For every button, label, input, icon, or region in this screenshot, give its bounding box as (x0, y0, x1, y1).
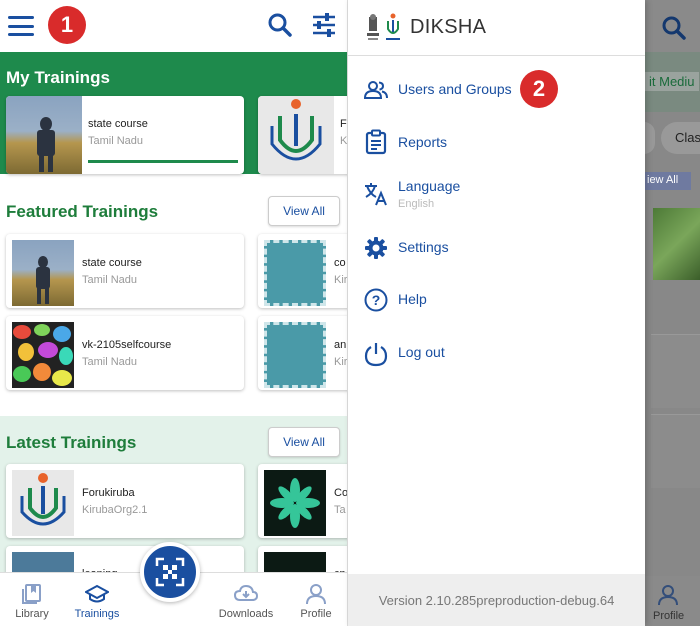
app-version-footer: Version 2.10.285preproduction-debug.64 (348, 574, 645, 626)
menu-label: Reports (398, 134, 448, 150)
nav-trainings-label: Trainings (74, 608, 120, 620)
featured-card[interactable]: state course Tamil Nadu (6, 234, 244, 308)
menu-icon[interactable] (8, 16, 34, 36)
card-title: F (340, 118, 347, 130)
menu-label: Settings (398, 239, 449, 255)
card-subtitle: Kir (334, 274, 348, 286)
my-training-card[interactable]: F K (258, 96, 348, 174)
nav-downloads[interactable]: Downloads (218, 583, 274, 620)
diksha-logo-icon (386, 13, 400, 40)
latest-view-all-button[interactable]: View All (268, 427, 340, 457)
card-title: co (334, 257, 346, 269)
step-badge-2: 2 (520, 70, 558, 108)
drawer-brand-title: DIKSHA (410, 16, 487, 38)
scrim-overlay[interactable]: it Mediu Clas iew All Profile (645, 0, 700, 626)
drawer-header: DIKSHA (348, 0, 645, 56)
my-trainings-title: My Trainings (6, 68, 110, 87)
help-icon: ? (364, 288, 388, 312)
card-title: Forukiruba (82, 487, 135, 499)
search-icon (662, 16, 686, 40)
course-thumbnail (12, 240, 74, 306)
featured-card[interactable]: co Kir (258, 234, 348, 308)
svg-text:?: ? (372, 292, 381, 308)
card-title: state course (88, 118, 148, 130)
person-icon (658, 585, 678, 606)
card-title: an (334, 339, 347, 351)
cloud-download-icon (233, 584, 259, 601)
featured-card[interactable]: vk-2105selfcourse Tamil Nadu (6, 316, 244, 390)
library-icon (22, 584, 41, 604)
scrim-card (651, 334, 700, 408)
person-icon (306, 584, 326, 605)
nav-trainings[interactable]: Trainings (74, 583, 120, 620)
scrim-chip-medium: it Mediu (645, 72, 699, 91)
course-thumbnail (264, 240, 326, 306)
translate-icon (364, 182, 388, 206)
featured-card[interactable]: an Kir (258, 316, 348, 390)
latest-card[interactable]: Co Ta (258, 464, 348, 538)
latest-trainings-title: Latest Trainings (6, 433, 137, 452)
search-icon[interactable] (267, 12, 293, 38)
qr-scanner-button[interactable] (140, 542, 200, 602)
gear-icon (364, 236, 388, 260)
card-subtitle: Tamil Nadu (88, 135, 144, 147)
diksha-logo-thumbnail (12, 470, 74, 536)
scrim-card (651, 414, 700, 488)
scrim-profile-label: Profile (653, 610, 685, 622)
scrim-chip-class: Clas (661, 122, 700, 154)
menu-reports[interactable]: Reports (348, 129, 645, 155)
navigation-drawer: DIKSHA Users and Groups 2 Reports Langua… (348, 0, 645, 626)
featured-trainings-title: Featured Trainings (6, 202, 159, 221)
card-subtitle: Tamil Nadu (82, 356, 138, 368)
emblem-icon (367, 13, 379, 40)
nav-library[interactable]: Library (14, 583, 50, 620)
menu-settings[interactable]: Settings (348, 236, 645, 260)
progress-bar (88, 160, 238, 163)
course-thumbnail (6, 96, 82, 174)
menu-sublabel: English (398, 198, 435, 210)
menu-label: Users and Groups (398, 81, 512, 97)
nav-profile[interactable]: Profile (298, 583, 334, 620)
menu-help[interactable]: ? Help (348, 288, 645, 312)
scrim-view-all: iew All (645, 172, 691, 190)
card-subtitle: K (340, 135, 348, 147)
card-subtitle: KirubaOrg2.1 (82, 504, 148, 516)
card-subtitle: Ta (334, 504, 346, 516)
card-title: state course (82, 257, 142, 269)
card-title: vk-2105selfcourse (82, 339, 172, 351)
course-thumbnail (264, 470, 326, 536)
menu-language[interactable]: Language English (348, 178, 645, 210)
scrim-left-chip (645, 122, 655, 154)
nav-profile-label: Profile (300, 608, 332, 620)
diksha-logo-thumbnail (258, 96, 334, 174)
course-thumbnail (264, 322, 326, 388)
menu-label: Language (398, 178, 461, 194)
featured-view-all-button[interactable]: View All (268, 196, 340, 226)
my-training-card[interactable]: state course Tamil Nadu (6, 96, 244, 174)
power-icon (364, 342, 388, 367)
latest-card[interactable]: Forukiruba KirubaOrg2.1 (6, 464, 244, 538)
scrim-course-image (653, 208, 700, 280)
menu-users-and-groups[interactable]: Users and Groups (348, 78, 645, 102)
filter-icon[interactable] (311, 12, 337, 38)
course-thumbnail (12, 322, 74, 388)
trainings-screen: 1 My Trainings state course Tamil Nadu F… (0, 0, 348, 626)
card-subtitle: Tamil Nadu (82, 274, 138, 286)
menu-label: Log out (398, 344, 445, 360)
qr-code-icon (155, 557, 185, 587)
top-app-bar: 1 (0, 0, 347, 52)
nav-downloads-label: Downloads (218, 608, 274, 620)
step-badge-1: 1 (48, 6, 86, 44)
card-subtitle: Kir (334, 356, 348, 368)
menu-label: Help (398, 291, 427, 307)
card-title: Co (334, 487, 348, 499)
users-icon (364, 78, 388, 102)
menu-log-out[interactable]: Log out (348, 340, 645, 367)
graduation-cap-icon (83, 584, 111, 603)
clipboard-icon (364, 129, 388, 155)
nav-library-label: Library (15, 608, 49, 620)
